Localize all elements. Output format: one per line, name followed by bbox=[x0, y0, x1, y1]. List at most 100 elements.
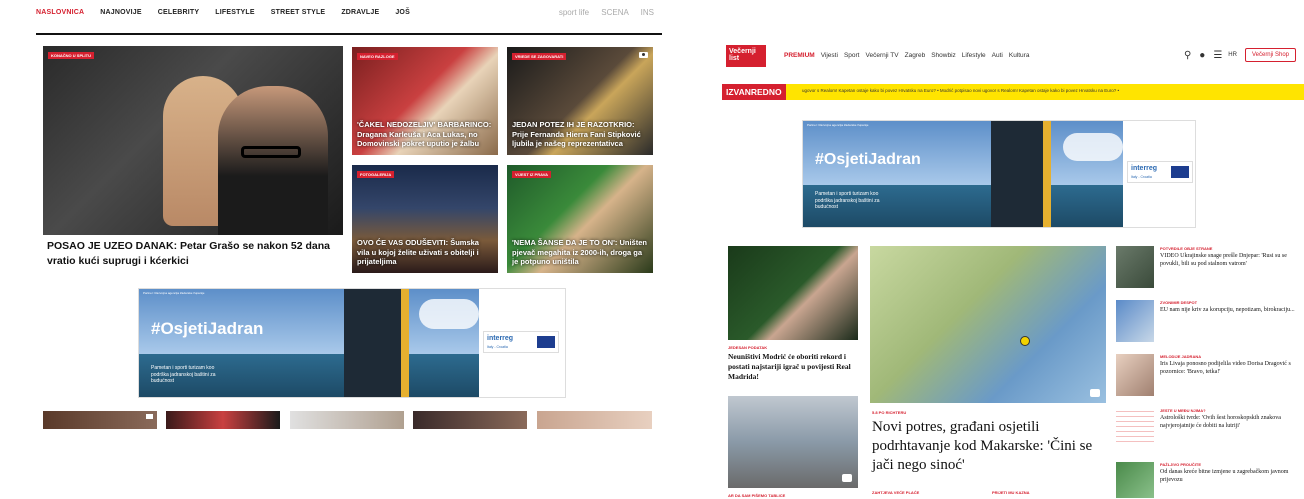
ad-partner-note: Partner: Razvojna agencija Zadarske župa… bbox=[807, 123, 869, 127]
breaking-news-bar[interactable]: IZVANREDNO ugovor s Realom! Kapetan osta… bbox=[722, 84, 1304, 100]
nav-item-lifestyle[interactable]: Lifestyle bbox=[962, 52, 986, 59]
nav-item-vecernji-tv[interactable]: Večernji TV bbox=[865, 52, 898, 59]
nav-item-street-style[interactable]: STREET STYLE bbox=[271, 9, 326, 16]
side-item-3-kicker: MELODIJE JADRANA bbox=[1160, 354, 1202, 359]
side-item-3-image[interactable] bbox=[1116, 354, 1154, 396]
story-tile-4-caption: 'NEMA ŠANSE DA JE TO ON': Uništen pjevač… bbox=[512, 237, 647, 267]
thumb-4[interactable] bbox=[413, 411, 527, 429]
video-play-icon bbox=[842, 474, 852, 482]
side-item-4-kicker: JESTE U MEĐU NJIMA? bbox=[1160, 408, 1206, 413]
photo-man bbox=[218, 86, 328, 236]
nav-item-sport[interactable]: Sport bbox=[844, 52, 860, 59]
nav-divider bbox=[36, 33, 662, 35]
modric-story-headline[interactable]: Neuništivi Modrić će oboriti rekord i po… bbox=[728, 352, 860, 381]
nav-item-showbiz[interactable]: Showbiz bbox=[931, 52, 956, 59]
side-item-3-headline[interactable]: Iris Livaja ponosno podijelila video Dor… bbox=[1160, 361, 1304, 376]
photo-glasses bbox=[241, 146, 301, 158]
story-tile-3-badge: FOTOGALERIJA bbox=[357, 171, 395, 178]
menu-icon[interactable]: ☰ bbox=[1213, 50, 1222, 61]
thumb-5[interactable] bbox=[537, 411, 652, 429]
side-item-1-image[interactable] bbox=[1116, 246, 1154, 288]
nav-item-najnovije[interactable]: NAJNOVIJE bbox=[100, 9, 141, 16]
nav-item-naslovnica[interactable]: NASLOVNICA bbox=[36, 9, 84, 16]
language-select[interactable]: HR bbox=[1228, 52, 1237, 58]
ad-partner-note: Partner: Razvojna agencija Zadarske župa… bbox=[143, 291, 205, 295]
nav-item-lifestyle[interactable]: LIFESTYLE bbox=[215, 9, 255, 16]
nav-item-vijesti[interactable]: Vijesti bbox=[821, 52, 838, 59]
ad-clouds bbox=[419, 299, 479, 329]
side-item-2-image[interactable] bbox=[1116, 300, 1154, 342]
ad-clouds bbox=[1063, 133, 1123, 161]
bottom-kicker-2: ZAHTJEVA VEĆE PLAĆE bbox=[872, 490, 920, 495]
osjetijadran-ad-banner[interactable]: Partner: Razvojna agencija Zadarske župa… bbox=[138, 288, 566, 398]
breaking-news-label: IZVANREDNO bbox=[722, 84, 786, 100]
main-story-badge: KONAČNO U SPLITU bbox=[48, 52, 94, 59]
thumb-3[interactable] bbox=[290, 411, 404, 429]
interreg-logo-text: interreg bbox=[487, 335, 514, 342]
eu-flag-icon bbox=[537, 336, 555, 348]
nav-item-kultura[interactable]: Kultura bbox=[1009, 52, 1030, 59]
left-nav-partner-links: sport life SCENA INS bbox=[549, 8, 654, 17]
side-item-4-image[interactable] bbox=[1116, 410, 1154, 446]
story-tile-2[interactable]: VRIEDE SE ZAGOVARATI JEDAN POTEZ IH JE R… bbox=[507, 47, 653, 155]
story-tile-2-badge: VRIEDE SE ZAGOVARATI bbox=[512, 53, 567, 60]
nav-item-celebrity[interactable]: CELEBRITY bbox=[158, 9, 199, 16]
left-top-nav: NASLOVNICA NAJNOVIJE CELEBRITY LIFESTYLE… bbox=[36, 9, 426, 16]
story-tile-3[interactable]: FOTOGALERIJA OVO ĆE VAS ODUŠEVITI: Šumsk… bbox=[352, 165, 498, 273]
side-item-4-headline[interactable]: Astrološki tvrde: 'Ovih šest horoskopski… bbox=[1160, 415, 1304, 430]
side-item-5-headline[interactable]: Od danas kreće bitne izmjene u zagrebačk… bbox=[1160, 469, 1304, 484]
search-icon[interactable]: ⚲ bbox=[1184, 50, 1191, 61]
earthquake-story-headline[interactable]: Novi potres, građani osjetili podrhtavan… bbox=[872, 418, 1108, 474]
vecernji-logo[interactable]: Večernji list bbox=[726, 45, 766, 67]
bottom-kicker-1: AR DA SAM PIŠEMO TABLICE bbox=[728, 493, 786, 498]
right-site: Večernji list PREMIUM Vijesti Sport Veče… bbox=[722, 38, 1304, 499]
ad-hashtag: #OsjetiJadran bbox=[151, 319, 264, 338]
right-top-nav: PREMIUM Vijesti Sport Večernji TV Zagreb… bbox=[784, 52, 1035, 59]
thumb-2[interactable] bbox=[166, 411, 280, 429]
nav-item-jos[interactable]: JOŠ bbox=[395, 9, 410, 16]
story-tile-4[interactable]: VIJEST IZ PRAVA 'NEMA ŠANSE DA JE TO ON'… bbox=[507, 165, 653, 273]
osjetijadran-ad-banner-right[interactable]: Partner: Razvojna agencija Zadarske župa… bbox=[802, 120, 1196, 228]
street-story-image[interactable] bbox=[728, 396, 858, 488]
side-item-1-kicker: POTVRDILE OBJE STRANE bbox=[1160, 246, 1213, 251]
partner-link-scena[interactable]: SCENA bbox=[601, 8, 628, 17]
right-header-tools: ⚲ ● ☰ HR Večernji Shop bbox=[1176, 48, 1296, 62]
video-play-icon bbox=[1090, 389, 1100, 397]
interreg-logo: interreg Italy - Croatia bbox=[483, 331, 559, 353]
modric-story-kicker: JEDESAN PODATAK bbox=[728, 345, 768, 350]
thumb-1[interactable] bbox=[43, 411, 157, 429]
nav-item-premium[interactable]: PREMIUM bbox=[784, 52, 815, 59]
ad-info-panel bbox=[991, 121, 1047, 227]
camera-icon bbox=[146, 414, 153, 419]
bottom-kicker-3: PRIJETI MU KAZNA bbox=[992, 490, 1030, 495]
left-site: NASLOVNICA NAJNOVIJE CELEBRITY LIFESTYLE… bbox=[0, 0, 662, 499]
ad-subtitle: Pametan i sporti turizam koo podrška jad… bbox=[815, 191, 880, 210]
partner-link-ins[interactable]: INS bbox=[641, 8, 654, 17]
story-tile-3-caption: OVO ĆE VAS ODUŠEVITI: Šumska vila u kojo… bbox=[357, 237, 479, 267]
story-tile-1-caption: 'ČAKEL NEDOZELJIV' BARBARINCO: Dragana K… bbox=[357, 119, 492, 149]
story-tile-1[interactable]: NAVEO RAZLOGE 'ČAKEL NEDOZELJIV' BARBARI… bbox=[352, 47, 498, 155]
main-story-image[interactable]: KONAČNO U SPLITU bbox=[43, 46, 343, 236]
vecernji-shop-button[interactable]: Večernji Shop bbox=[1244, 48, 1296, 62]
earthquake-map-image[interactable] bbox=[870, 246, 1106, 403]
side-item-1-headline[interactable]: VIDEO Ukrajinske snage prešle Dnjepar: '… bbox=[1160, 253, 1304, 268]
story-tile-1-badge: NAVEO RAZLOGE bbox=[357, 53, 398, 60]
camera-icon bbox=[639, 52, 648, 58]
interreg-logo-text: interreg bbox=[1131, 165, 1158, 172]
partner-link-sportlife[interactable]: sport life bbox=[559, 8, 589, 17]
side-item-5-image[interactable] bbox=[1116, 462, 1154, 498]
main-story-headline[interactable]: POSAO JE UZEO DANAK: Petar Grašo se nako… bbox=[43, 235, 343, 275]
ad-yellow-pole bbox=[1043, 121, 1051, 227]
ad-yellow-pole bbox=[401, 289, 409, 397]
interreg-logo-sub: Italy - Croatia bbox=[487, 345, 508, 349]
epicenter-marker bbox=[1020, 336, 1030, 346]
nav-item-zagreb[interactable]: Zagreb bbox=[905, 52, 926, 59]
nav-item-auti[interactable]: Auti bbox=[992, 52, 1003, 59]
breaking-news-ticker: ugovor s Realom! Kapetan ostaje kako bi … bbox=[802, 88, 1120, 93]
screenshot-root: NASLOVNICA NAJNOVIJE CELEBRITY LIFESTYLE… bbox=[0, 0, 1304, 499]
nav-item-zdravlje[interactable]: ZDRAVLJE bbox=[341, 9, 379, 16]
user-icon[interactable]: ● bbox=[1199, 50, 1205, 61]
side-item-2-headline[interactable]: EU nam nije kriv za korupciju, nepotizam… bbox=[1160, 307, 1304, 315]
modric-story-image[interactable] bbox=[728, 246, 858, 340]
story-tile-4-badge: VIJEST IZ PRAVA bbox=[512, 171, 551, 178]
